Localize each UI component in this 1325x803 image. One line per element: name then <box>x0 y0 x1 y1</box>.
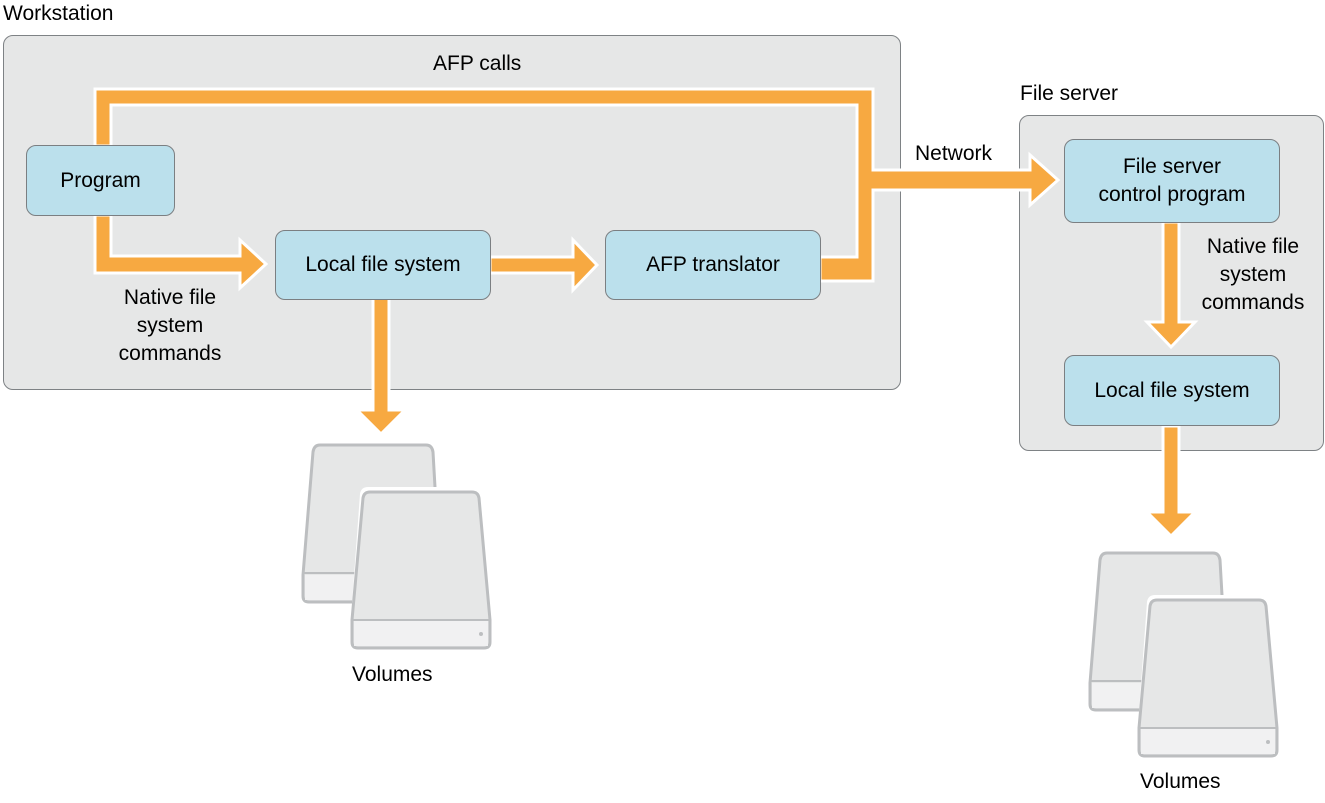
file-server-volumes-label: Volumes <box>1140 770 1221 793</box>
native-cmds-connector <box>93 213 269 292</box>
network-label: Network <box>915 142 993 165</box>
local-fs-to-afp-connector <box>488 236 600 294</box>
fs-local-fs-to-volumes-connector <box>1143 424 1199 539</box>
workstation-native-commands-label: Native file system commands <box>118 286 222 365</box>
drive-front-icon <box>350 487 494 651</box>
drive-front-icon <box>1137 595 1281 759</box>
file-server-local-file-system-node[interactable]: Local file system <box>1064 355 1280 426</box>
workstation-volumes-label: Volumes <box>352 663 433 686</box>
file-server-control-program-node[interactable]: File server control program <box>1064 139 1280 223</box>
fs-volumes-icon <box>1088 551 1281 759</box>
file-server-native-commands-label: Native file system commands <box>1201 235 1305 314</box>
afp-calls-label: AFP calls <box>433 52 522 75</box>
program-node[interactable]: Program <box>26 145 175 216</box>
ws-local-fs-to-volumes-connector <box>353 296 409 437</box>
ws-volumes-icon <box>301 443 494 651</box>
afp-translator-node[interactable]: AFP translator <box>605 230 821 300</box>
workstation-local-file-system-node[interactable]: Local file system <box>275 230 491 300</box>
